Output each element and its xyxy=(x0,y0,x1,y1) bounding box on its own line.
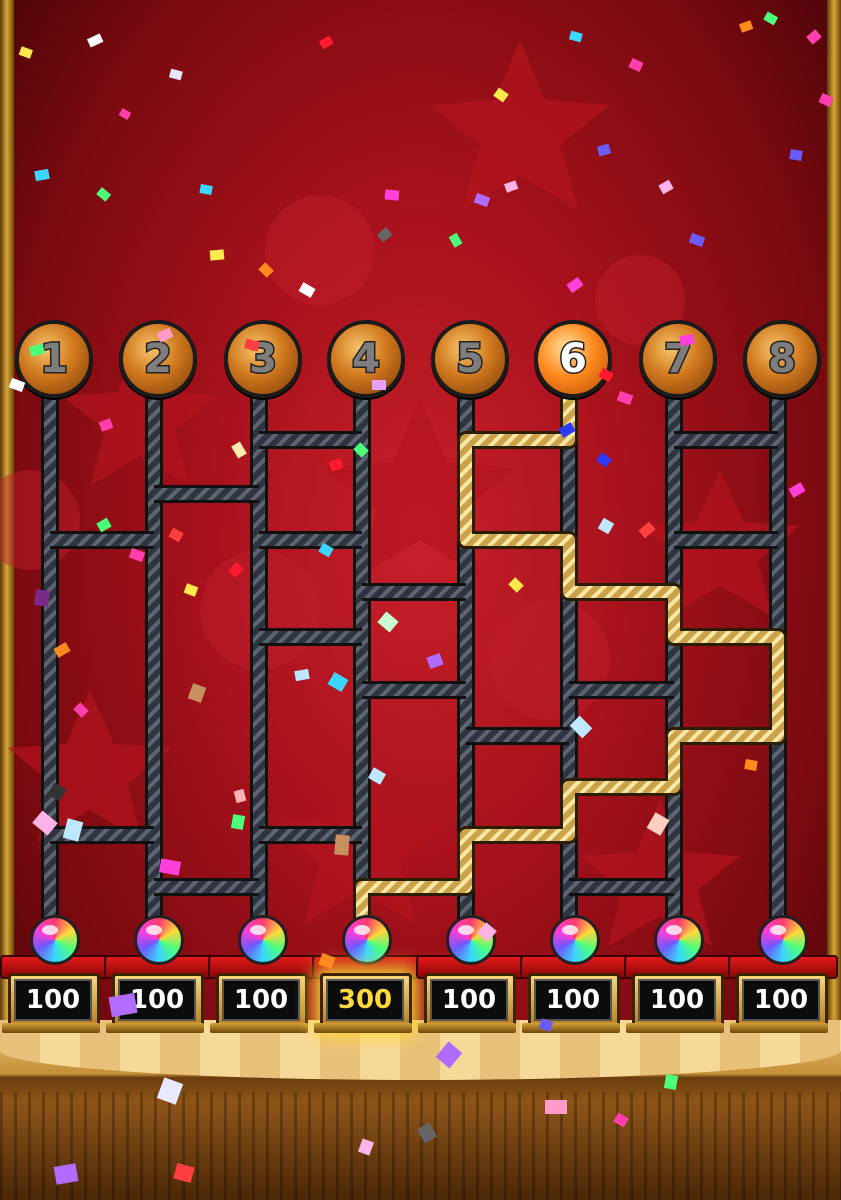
column-2-badge[interactable]: 2 xyxy=(119,320,197,398)
prize-value: 100 xyxy=(430,979,508,1021)
rainbow-orb-icon xyxy=(134,915,184,965)
prize-value: 300 xyxy=(326,979,404,1021)
prize-slot-5: 100 xyxy=(416,915,526,1033)
pedestal-base xyxy=(2,1023,100,1033)
prize-value: 100 xyxy=(638,979,716,1021)
column-6-badge[interactable]: 6 xyxy=(534,320,612,398)
pedestal-base xyxy=(210,1023,308,1033)
stage-floor xyxy=(0,1020,841,1200)
pedestal-base xyxy=(626,1023,724,1033)
prize-value: 100 xyxy=(222,979,300,1021)
rainbow-orb-icon xyxy=(30,915,80,965)
rainbow-orb-icon xyxy=(342,915,392,965)
pedestal-base xyxy=(418,1023,516,1033)
pedestal-base xyxy=(314,1023,412,1033)
column-1-badge[interactable]: 1 xyxy=(15,320,93,398)
rainbow-orb-icon xyxy=(446,915,496,965)
rainbow-orb-icon xyxy=(238,915,288,965)
prize-slot-2: 100 xyxy=(104,915,214,1033)
pedestal-base xyxy=(106,1023,204,1033)
prize-slot-4-winner: 300 xyxy=(312,915,422,1033)
prize-value: 100 xyxy=(14,979,92,1021)
rainbow-orb-icon xyxy=(550,915,600,965)
pedestal-base xyxy=(522,1023,620,1033)
rainbow-orb-icon xyxy=(758,915,808,965)
prize-value: 100 xyxy=(534,979,612,1021)
prize-slot-8: 100 xyxy=(728,915,838,1033)
prize-slot-6: 100 xyxy=(520,915,630,1033)
prize-value: 100 xyxy=(118,979,196,1021)
prize-slot-7: 100 xyxy=(624,915,734,1033)
column-4-badge[interactable]: 4 xyxy=(327,320,405,398)
game-stage: 1 2 3 4 5 6 7 8 100 100 100 300 100 100 … xyxy=(0,0,841,1200)
column-7-badge[interactable]: 7 xyxy=(639,320,717,398)
pedestal-base xyxy=(730,1023,828,1033)
column-5-badge[interactable]: 5 xyxy=(431,320,509,398)
column-3-badge[interactable]: 3 xyxy=(224,320,302,398)
prize-slot-1: 100 xyxy=(0,915,110,1033)
prize-value: 100 xyxy=(742,979,820,1021)
column-8-badge[interactable]: 8 xyxy=(743,320,821,398)
prize-slot-3: 100 xyxy=(208,915,318,1033)
rainbow-orb-icon xyxy=(654,915,704,965)
